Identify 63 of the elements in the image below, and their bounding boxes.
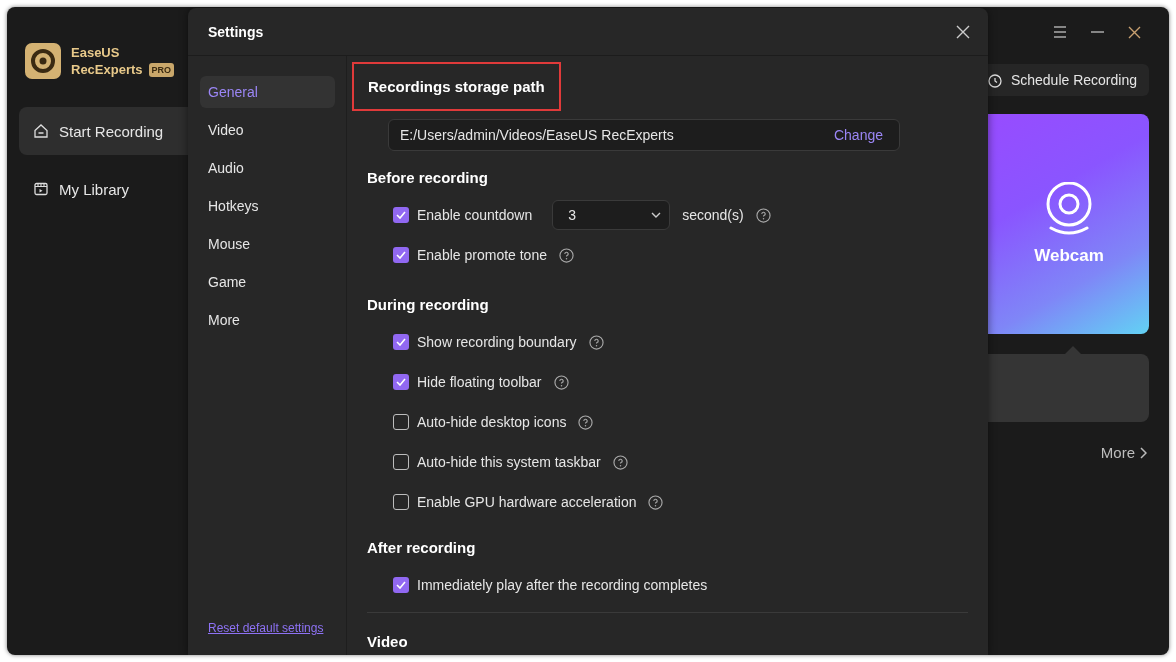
checkbox[interactable]: [393, 207, 409, 223]
checkbox[interactable]: [393, 494, 409, 510]
settings-tab[interactable]: Mouse: [200, 228, 335, 260]
close-icon[interactable]: [956, 24, 970, 39]
more-link[interactable]: More: [1100, 444, 1147, 461]
webcam-icon: [1045, 182, 1093, 236]
path-field[interactable]: E:/Users/admin/Videos/EaseUS RecExperts Change: [388, 119, 900, 151]
settings-tab[interactable]: General: [200, 76, 335, 108]
app-name: RecExperts: [71, 61, 143, 78]
option-label: Auto-hide this system taskbar: [417, 454, 601, 470]
checkbox[interactable]: [393, 334, 409, 350]
change-link[interactable]: Change: [833, 127, 883, 143]
unit-label: second(s): [682, 207, 744, 223]
help-icon[interactable]: [553, 374, 569, 390]
option-label: Hide floating toolbar: [417, 374, 542, 390]
pro-badge: PRO: [148, 62, 175, 77]
checkbox[interactable]: [393, 374, 409, 390]
chevron-right-icon: [1139, 446, 1147, 459]
card-title: Webcam: [1034, 246, 1104, 266]
section-heading: Before recording: [367, 169, 489, 186]
section-heading: Recordings storage path: [352, 62, 561, 111]
help-icon[interactable]: [648, 494, 664, 510]
option-label: Auto-hide desktop icons: [417, 414, 567, 430]
check-icon: [396, 338, 406, 346]
section-heading: During recording: [367, 296, 490, 313]
settings-tab[interactable]: More: [200, 304, 335, 336]
settings-tab[interactable]: Audio: [200, 152, 335, 184]
section-heading: After recording: [367, 539, 477, 556]
library-icon: [33, 181, 49, 197]
app-name: EaseUS: [71, 44, 121, 61]
menu-icon[interactable]: [1053, 26, 1067, 38]
checkbox[interactable]: [393, 454, 409, 470]
help-icon[interactable]: [559, 247, 574, 263]
option-label: Show recording boundary: [417, 334, 577, 350]
checkbox[interactable]: [393, 414, 409, 430]
help-icon[interactable]: [755, 207, 771, 223]
settings-tab[interactable]: Video: [200, 114, 335, 146]
help-icon[interactable]: [578, 414, 594, 430]
settings-tab[interactable]: Hotkeys: [200, 190, 335, 222]
checkbox[interactable]: [393, 577, 409, 593]
close-icon[interactable]: [1128, 25, 1141, 39]
help-icon[interactable]: [612, 454, 628, 470]
check-icon: [396, 251, 406, 259]
checkbox[interactable]: [393, 247, 409, 263]
logo-icon: [25, 43, 61, 79]
check-icon: [396, 378, 406, 386]
check-icon: [396, 211, 406, 219]
countdown-select[interactable]: 3: [552, 200, 671, 230]
settings-tab[interactable]: Game: [200, 266, 335, 298]
option-label: Immediately play after the recording completes: [417, 577, 708, 593]
check-icon: [396, 581, 406, 589]
option-label: Enable promote tone: [417, 247, 547, 263]
clock-icon: [986, 72, 1003, 88]
section-heading: Video: [367, 633, 409, 650]
sidebar-item[interactable]: Start Recording: [19, 107, 188, 155]
sidebar-item[interactable]: My Library: [19, 165, 188, 213]
option-label: Enable countdown: [417, 207, 533, 223]
reset-link[interactable]: Reset default settings: [200, 621, 335, 635]
dialog-title: Settings: [208, 23, 264, 40]
chevron-down-icon: [651, 212, 662, 218]
house-icon: [33, 123, 49, 139]
option-label: Enable GPU hardware acceleration: [417, 494, 637, 510]
help-icon[interactable]: [588, 334, 604, 350]
